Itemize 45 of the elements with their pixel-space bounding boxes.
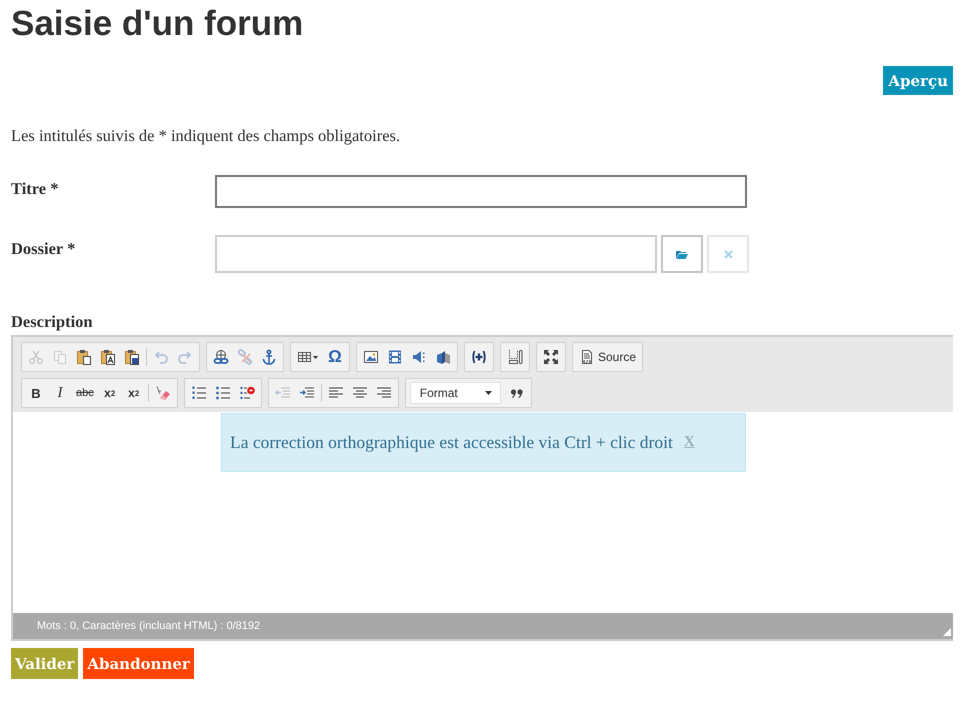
folder-field[interactable]	[215, 235, 657, 273]
toolbar-button[interactable]: I	[48, 381, 72, 405]
title-field[interactable]	[215, 175, 747, 208]
toolbar-button[interactable]: abc	[72, 381, 98, 405]
close-icon	[724, 250, 732, 258]
notice-text: La correction orthographique est accessible via Ctrl + clic droit	[230, 432, 673, 453]
folder-icon	[676, 250, 688, 258]
speaker-icon	[411, 349, 427, 365]
page-break-icon	[507, 349, 523, 365]
required-fields-note: Les intitulés suivis de * indiquent des champs obligatoires.	[11, 126, 402, 146]
book-icon	[435, 349, 451, 365]
table-icon	[297, 349, 319, 365]
field-label: Description	[11, 312, 94, 332]
eraser-icon	[154, 385, 171, 401]
caret-icon	[484, 391, 492, 395]
list-remove-icon	[238, 385, 255, 401]
numbered-list-icon	[190, 385, 207, 401]
toolbar-button[interactable]: x$^{2}$	[122, 381, 146, 405]
image-icon	[363, 349, 379, 365]
clipboard-icon	[124, 349, 140, 365]
toolbar-button[interactable]: B	[24, 381, 48, 405]
field-label: Dossier *	[11, 238, 76, 260]
resize-grip-icon	[943, 628, 951, 636]
page-title: Saisie d'un forum	[11, 3, 304, 45]
preview-button[interactable]: Aperçu	[883, 66, 953, 95]
maximize-icon	[543, 349, 559, 365]
scissors-icon	[28, 349, 44, 365]
film-icon	[387, 349, 403, 365]
word-count: Mots : 0, Caractères (incluant HTML) : 0/8192	[37, 620, 260, 632]
plus-icon	[471, 349, 487, 365]
anchor-icon	[261, 349, 277, 365]
clipboard-icon	[100, 349, 116, 365]
unlink-icon	[237, 349, 253, 365]
toolbar-button[interactable]: Ω	[323, 345, 347, 369]
field-label: Titre *	[11, 178, 60, 200]
redo-icon	[177, 349, 193, 365]
clipboard-icon	[76, 349, 92, 365]
copy-icon	[52, 349, 68, 365]
source-button[interactable]: Source	[575, 345, 640, 369]
browse-button[interactable]	[661, 235, 703, 273]
bullet-list-icon	[214, 385, 231, 401]
link-icon	[213, 349, 229, 365]
undo-icon	[153, 349, 169, 365]
document-icon	[579, 349, 595, 365]
format-dropdown[interactable]: Format	[410, 382, 501, 404]
